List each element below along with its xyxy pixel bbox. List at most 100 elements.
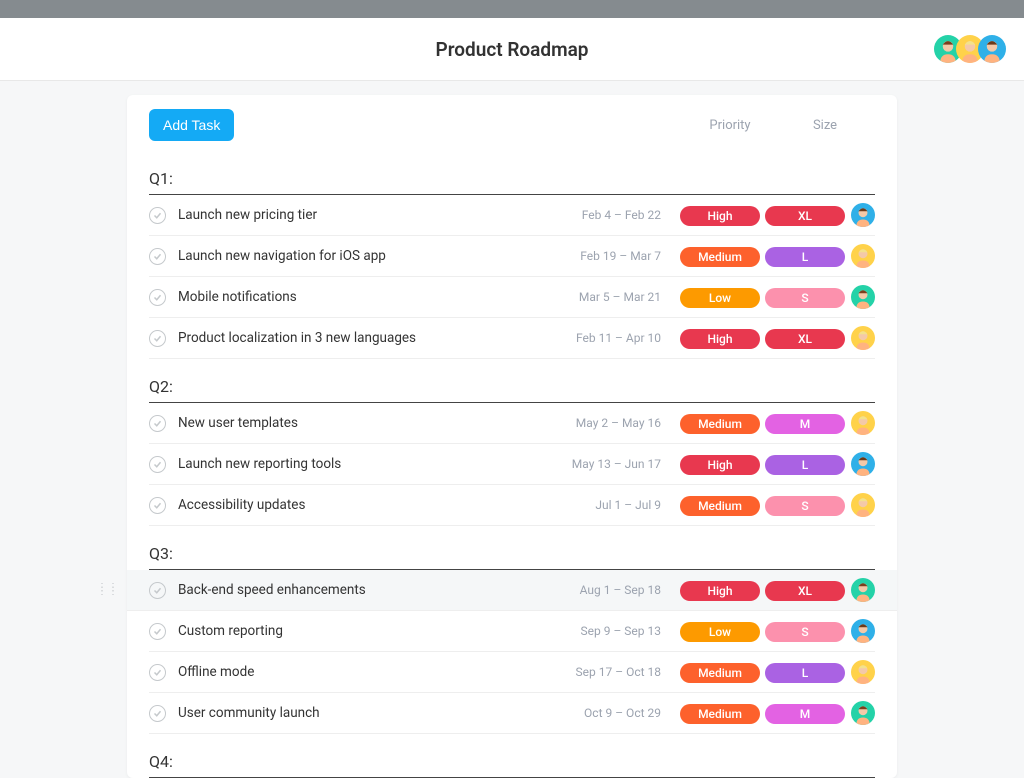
task-row[interactable]: Mobile notificationsMar 5 – Mar 21 LowS [149, 277, 875, 318]
assignee-cell[interactable] [839, 660, 875, 684]
size-cell[interactable]: M [765, 413, 839, 434]
task-name[interactable]: Product localization in 3 new languages [178, 330, 556, 346]
assignee-avatar[interactable] [851, 619, 875, 643]
size-pill[interactable]: M [765, 414, 845, 434]
size-cell[interactable]: S [765, 621, 839, 642]
size-cell[interactable]: XL [765, 205, 839, 226]
task-row[interactable]: Launch new reporting toolsMay 13 – Jun 1… [149, 444, 875, 485]
task-dates[interactable]: May 13 – Jun 17 [556, 457, 661, 471]
priority-cell[interactable]: High [675, 454, 765, 475]
collaborator-avatars[interactable] [940, 35, 1006, 63]
column-header-size[interactable]: Size [775, 118, 875, 133]
priority-pill[interactable]: Low [680, 288, 760, 308]
assignee-avatar[interactable] [851, 285, 875, 309]
assignee-avatar[interactable] [851, 578, 875, 602]
task-row[interactable]: Accessibility updatesJul 1 – Jul 9Medium… [149, 485, 875, 526]
task-name[interactable]: Custom reporting [178, 623, 556, 639]
section-title[interactable]: Q2: [149, 359, 875, 403]
priority-pill[interactable]: High [680, 455, 760, 475]
task-name[interactable]: Back-end speed enhancements [178, 582, 556, 598]
size-pill[interactable]: M [765, 704, 845, 724]
assignee-avatar[interactable] [851, 203, 875, 227]
assignee-cell[interactable] [839, 452, 875, 476]
priority-pill[interactable]: High [680, 581, 760, 601]
section-title[interactable]: Q4: [149, 734, 875, 778]
size-pill[interactable]: S [765, 496, 845, 516]
task-dates[interactable]: May 2 – May 16 [556, 416, 661, 430]
complete-checkbox[interactable] [149, 497, 166, 514]
priority-cell[interactable]: Medium [675, 703, 765, 724]
size-cell[interactable]: L [765, 454, 839, 475]
task-row[interactable]: Launch new navigation for iOS appFeb 19 … [149, 236, 875, 277]
task-dates[interactable]: Sep 9 – Sep 13 [556, 624, 661, 638]
size-cell[interactable]: L [765, 662, 839, 683]
priority-pill[interactable]: Medium [680, 704, 760, 724]
size-cell[interactable]: S [765, 287, 839, 308]
complete-checkbox[interactable] [149, 289, 166, 306]
task-row[interactable]: Product localization in 3 new languagesF… [149, 318, 875, 359]
complete-checkbox[interactable] [149, 664, 166, 681]
size-pill[interactable]: XL [765, 581, 845, 601]
size-pill[interactable]: L [765, 663, 845, 683]
complete-checkbox[interactable] [149, 582, 166, 599]
assignee-avatar[interactable] [851, 326, 875, 350]
task-name[interactable]: Offline mode [178, 664, 556, 680]
task-dates[interactable]: Sep 17 – Oct 18 [556, 665, 661, 679]
size-pill[interactable]: S [765, 622, 845, 642]
task-dates[interactable]: Feb 11 – Apr 10 [556, 331, 661, 345]
priority-pill[interactable]: Medium [680, 496, 760, 516]
priority-cell[interactable]: High [675, 580, 765, 601]
task-dates[interactable]: Oct 9 – Oct 29 [556, 706, 661, 720]
task-row[interactable]: User community launchOct 9 – Oct 29Mediu… [149, 693, 875, 734]
task-name[interactable]: Launch new navigation for iOS app [178, 248, 556, 264]
task-name[interactable]: Accessibility updates [178, 497, 556, 513]
size-pill[interactable]: S [765, 288, 845, 308]
priority-pill[interactable]: High [680, 206, 760, 226]
task-dates[interactable]: Feb 4 – Feb 22 [556, 208, 661, 222]
assignee-cell[interactable] [839, 619, 875, 643]
priority-pill[interactable]: Medium [680, 414, 760, 434]
size-pill[interactable]: L [765, 247, 845, 267]
priority-pill[interactable]: Medium [680, 247, 760, 267]
assignee-avatar[interactable] [851, 244, 875, 268]
size-cell[interactable]: M [765, 703, 839, 724]
assignee-cell[interactable] [839, 578, 875, 602]
task-row[interactable]: Launch new pricing tierFeb 4 – Feb 22 Hig… [149, 195, 875, 236]
priority-pill[interactable]: Low [680, 622, 760, 642]
section-title[interactable]: Q1: [149, 151, 875, 195]
column-header-priority[interactable]: Priority [685, 118, 775, 133]
priority-cell[interactable]: Medium [675, 662, 765, 683]
complete-checkbox[interactable] [149, 248, 166, 265]
task-row[interactable]: ⋮⋮⋮⋮Back-end speed enhancementsAug 1 – S… [127, 570, 897, 611]
complete-checkbox[interactable] [149, 207, 166, 224]
priority-cell[interactable]: Medium [675, 246, 765, 267]
size-pill[interactable]: L [765, 455, 845, 475]
task-dates[interactable]: Feb 19 – Mar 7 [556, 249, 661, 263]
task-name[interactable]: Launch new reporting tools [178, 456, 556, 472]
task-row[interactable]: Custom reportingSep 9 – Sep 13 LowS [149, 611, 875, 652]
size-cell[interactable]: L [765, 246, 839, 267]
task-name[interactable]: Mobile notifications [178, 289, 556, 305]
assignee-cell[interactable] [839, 203, 875, 227]
priority-cell[interactable]: Medium [675, 495, 765, 516]
assignee-cell[interactable] [839, 411, 875, 435]
complete-checkbox[interactable] [149, 623, 166, 640]
size-pill[interactable]: XL [765, 329, 845, 349]
add-task-button[interactable]: Add Task [149, 109, 234, 141]
priority-pill[interactable]: High [680, 329, 760, 349]
priority-cell[interactable]: High [675, 205, 765, 226]
task-name[interactable]: Launch new pricing tier [178, 207, 556, 223]
assignee-avatar[interactable] [851, 411, 875, 435]
assignee-avatar[interactable] [851, 452, 875, 476]
size-cell[interactable]: S [765, 495, 839, 516]
task-row[interactable]: New user templatesMay 2 – May 16 MediumM [149, 403, 875, 444]
task-row[interactable]: Offline modeSep 17 – Oct 18 MediumL [149, 652, 875, 693]
task-name[interactable]: New user templates [178, 415, 556, 431]
task-dates[interactable]: Mar 5 – Mar 21 [556, 290, 661, 304]
collaborator-avatar[interactable] [978, 35, 1006, 63]
complete-checkbox[interactable] [149, 415, 166, 432]
priority-cell[interactable]: Low [675, 287, 765, 308]
assignee-cell[interactable] [839, 244, 875, 268]
size-pill[interactable]: XL [765, 206, 845, 226]
complete-checkbox[interactable] [149, 330, 166, 347]
